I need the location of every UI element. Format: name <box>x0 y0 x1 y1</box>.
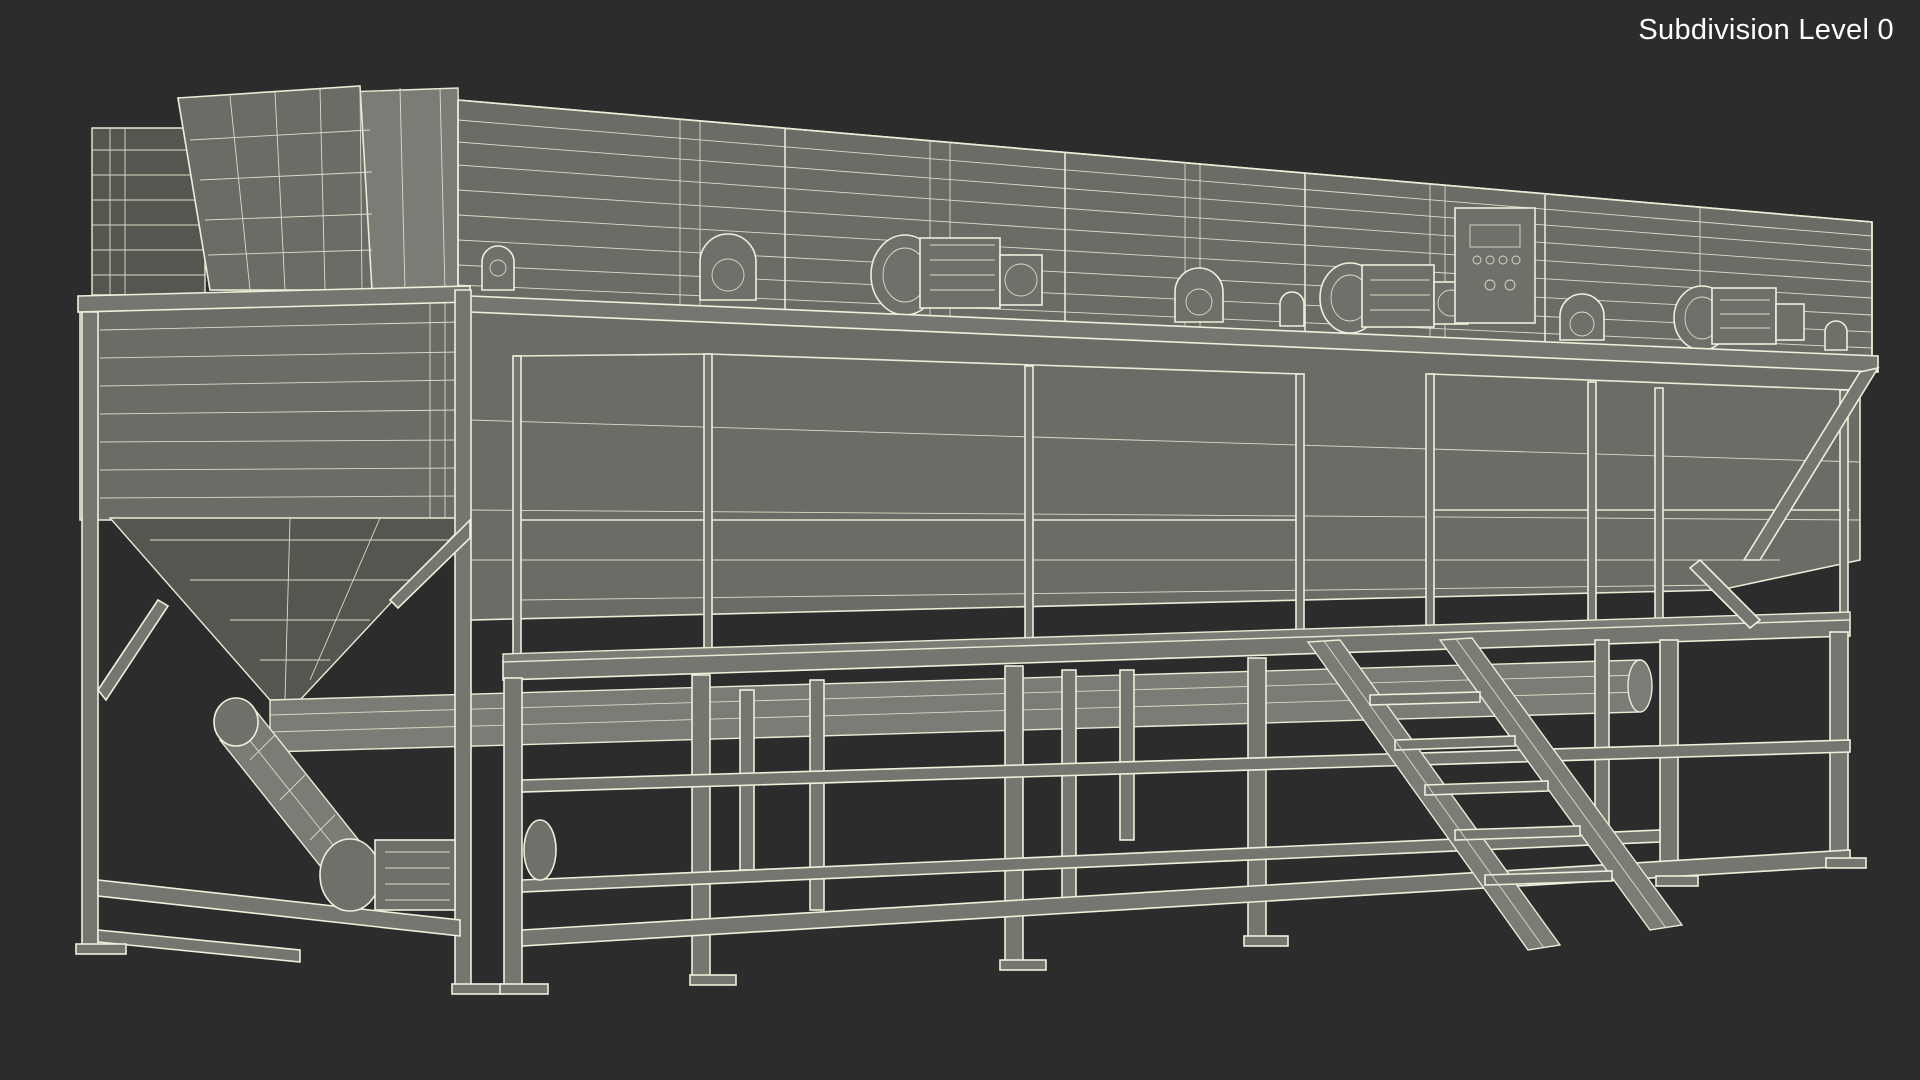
screw-conveyor-wireframe-icon <box>75 85 1880 995</box>
3d-viewport[interactable]: Subdivision Level 0 <box>0 0 1920 1080</box>
feed-chute <box>177 85 463 291</box>
subdivision-level-label: Subdivision Level 0 <box>1638 14 1894 46</box>
control-panel-box <box>1454 207 1536 324</box>
